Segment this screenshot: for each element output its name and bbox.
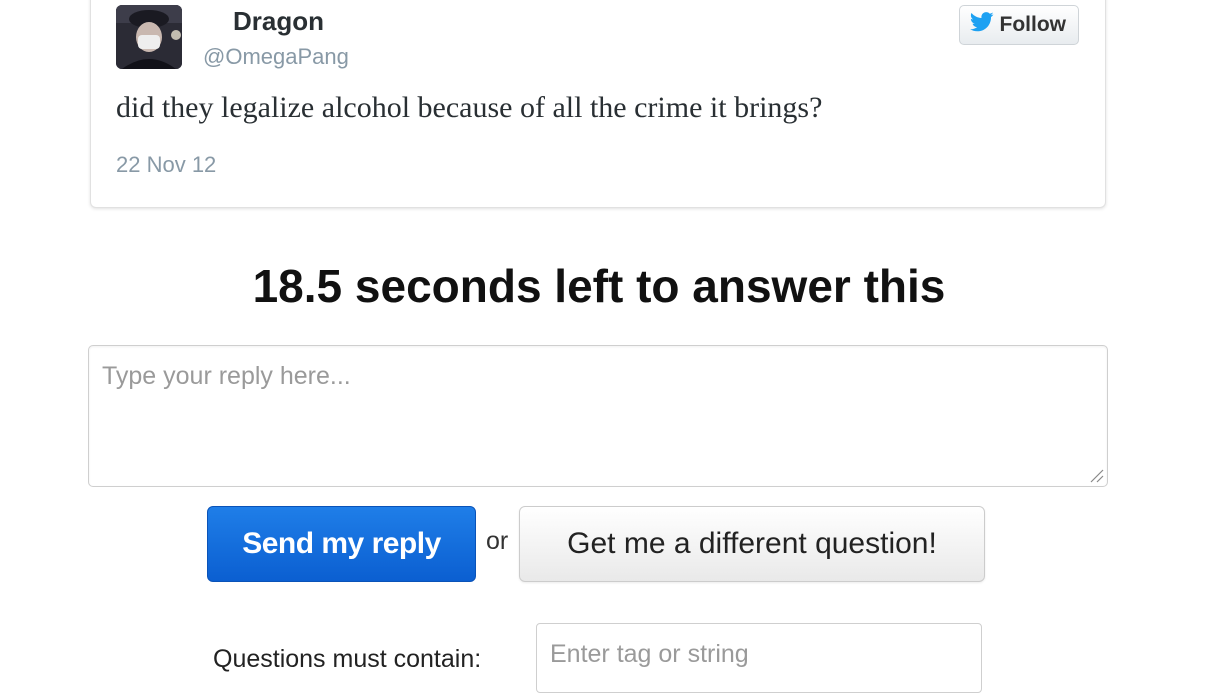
filter-placeholder: Enter tag or string <box>550 640 749 668</box>
twitter-bird-icon <box>969 12 994 38</box>
author-handle[interactable]: @OmegaPang <box>203 43 349 71</box>
author-name[interactable]: Dragon <box>233 5 324 37</box>
tweet-date[interactable]: 22 Nov 12 <box>116 151 216 179</box>
resize-grip-icon[interactable] <box>1088 467 1104 483</box>
reply-placeholder: Type your reply here... <box>102 362 351 390</box>
tweet-text: did they legalize alcohol because of all… <box>116 91 823 124</box>
reply-textarea[interactable]: Type your reply here... <box>88 345 1108 487</box>
or-separator: or <box>486 527 509 555</box>
follow-button[interactable]: Follow <box>958 5 1079 45</box>
tweet-card: Dragon @OmegaPang Follow did they legali… <box>90 0 1106 208</box>
follow-label: Follow <box>999 13 1067 36</box>
filter-input[interactable]: Enter tag or string <box>536 623 982 693</box>
filter-label: Questions must contain: <box>213 645 482 673</box>
avatar[interactable] <box>116 5 182 69</box>
different-question-button[interactable]: Get me a different question! <box>519 506 985 582</box>
send-reply-button[interactable]: Send my reply <box>207 506 476 582</box>
countdown-heading: 18.5 seconds left to answer this <box>252 260 946 312</box>
